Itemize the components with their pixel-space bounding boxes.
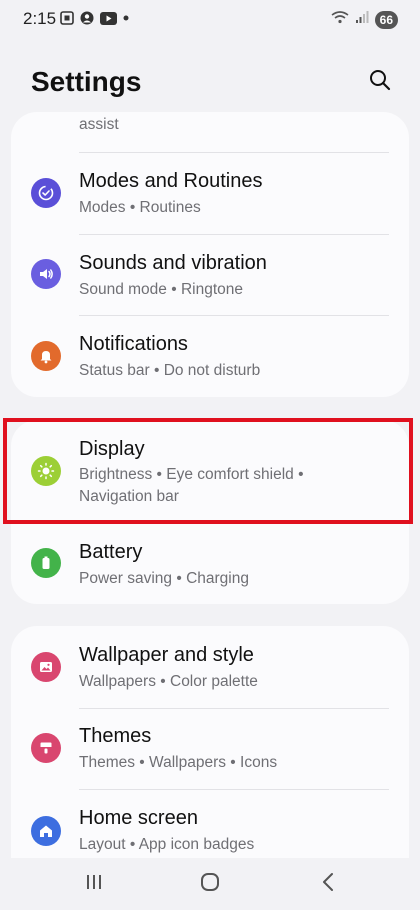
settings-item-subtitle: Modes • Routines <box>79 199 201 216</box>
settings-item-notifications[interactable]: Notifications Status bar • Do not distur… <box>11 316 409 396</box>
themes-icon <box>31 733 61 763</box>
wifi-icon <box>331 10 349 29</box>
home-icon <box>31 816 61 846</box>
status-notification-icons <box>60 11 129 25</box>
account-icon <box>80 11 94 25</box>
settings-item-subtitle-line2: Navigation bar <box>79 488 179 505</box>
modes-icon <box>31 178 61 208</box>
settings-item-title: Display <box>79 438 145 460</box>
page-title: Settings <box>31 66 142 97</box>
settings-group-1: assist Modes and Routines Modes • Routin… <box>11 112 409 397</box>
search-icon <box>369 69 391 96</box>
screenshot-icon <box>60 11 74 25</box>
settings-item-modes-and-routines[interactable]: Modes and Routines Modes • Routines <box>11 154 409 234</box>
settings-item-themes[interactable]: Themes Themes • Wallpapers • Icons <box>11 709 409 789</box>
back-button[interactable] <box>308 870 348 898</box>
settings-item-subtitle: Brightness • Eye comfort shield • <box>79 466 304 483</box>
settings-group-3: Wallpaper and style Wallpapers • Color p… <box>11 626 409 858</box>
settings-item-subtitle: Sound mode • Ringtone <box>79 281 243 298</box>
settings-item-title: Battery <box>79 541 143 563</box>
settings-item-title: Notifications <box>79 333 188 355</box>
settings-item-title: Home screen <box>79 807 198 829</box>
settings-item-title: Themes <box>79 725 152 747</box>
settings-item-sounds-and-vibration[interactable]: Sounds and vibration Sound mode • Ringto… <box>11 235 409 315</box>
dot-icon <box>123 15 129 21</box>
recent-apps-icon <box>84 873 104 896</box>
settings-item-battery[interactable]: Battery Power saving • Charging <box>11 524 409 604</box>
status-bar: 2:15 66 <box>0 0 420 40</box>
partial-item-subtitle: assist <box>79 116 119 133</box>
status-time: 2:15 <box>23 9 57 28</box>
search-button[interactable] <box>366 68 394 96</box>
settings-group-2: Display Brightness • Eye comfort shield … <box>11 420 409 604</box>
settings-item-wallpaper-and-style[interactable]: Wallpaper and style Wallpapers • Color p… <box>11 626 409 708</box>
settings-item-subtitle: Themes • Wallpapers • Icons <box>79 754 278 771</box>
settings-item-subtitle: Power saving • Charging <box>79 570 249 587</box>
settings-item-title: Modes and Routines <box>79 170 263 192</box>
settings-item-subtitle: Status bar • Do not disturb <box>79 362 261 379</box>
bell-icon <box>31 341 61 371</box>
navigation-bar <box>0 858 420 910</box>
recent-apps-button[interactable] <box>74 870 114 898</box>
settings-item-subtitle: Wallpapers • Color palette <box>79 673 258 690</box>
settings-item-title: Wallpaper and style <box>79 644 254 666</box>
home-button[interactable] <box>190 870 230 898</box>
settings-item-display[interactable]: Display Brightness • Eye comfort shield … <box>11 420 409 524</box>
divider <box>79 152 389 153</box>
battery-icon <box>31 548 61 578</box>
brightness-icon <box>31 456 61 486</box>
back-icon <box>320 872 336 897</box>
status-right: 66 <box>331 10 398 29</box>
settings-item-title: Sounds and vibration <box>79 252 267 274</box>
wallpaper-icon <box>31 652 61 682</box>
home-nav-icon <box>200 872 220 897</box>
signal-icon <box>355 10 369 29</box>
settings-item-subtitle: Layout • App icon badges <box>79 836 255 853</box>
youtube-icon <box>100 11 117 25</box>
battery-indicator: 66 <box>374 10 398 29</box>
sound-icon <box>31 259 61 289</box>
settings-item-home-screen[interactable]: Home screen Layout • App icon badges <box>11 790 409 858</box>
